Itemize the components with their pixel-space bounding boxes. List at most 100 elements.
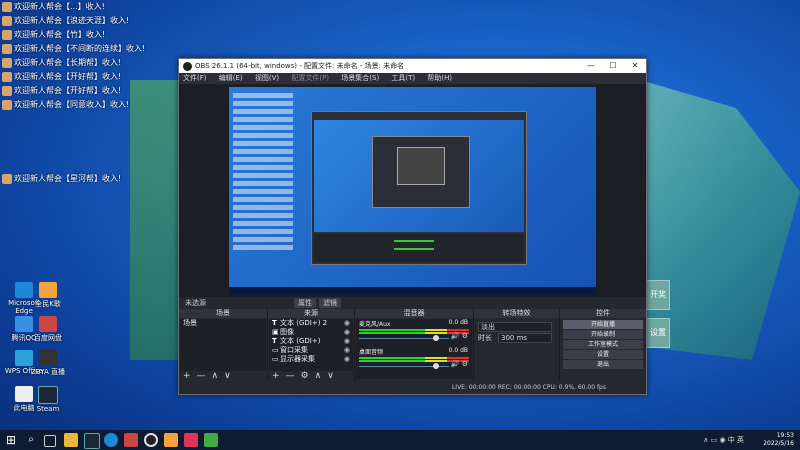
- gear-icon[interactable]: ⚙: [301, 371, 309, 381]
- remove-source-button[interactable]: —: [286, 371, 295, 381]
- close-button[interactable]: ✕: [624, 59, 646, 73]
- add-scene-button[interactable]: +: [183, 371, 191, 381]
- menu-profile[interactable]: 配置文件(P): [291, 74, 329, 82]
- menu-scene-collection[interactable]: 场景集合(S): [341, 74, 379, 82]
- text-icon: T: [272, 337, 277, 345]
- app2-taskbar-icon[interactable]: [164, 433, 178, 447]
- text-icon: T: [272, 319, 277, 327]
- app3-taskbar-icon[interactable]: [184, 433, 198, 447]
- sources-dock: 来源 T 文本 (GDI+) 2 ◉ ▣图像 ◉ T 文本 (GDI+) ◉ ▭窗口采集 ◉…: [268, 309, 355, 381]
- desktop: 欢迎新人帮会【...】收入! 欢迎新人帮会【浪迹天涯】收入! 欢迎新人帮会【竹】…: [0, 0, 800, 450]
- start-streaming-button[interactable]: 开始直播: [563, 320, 643, 329]
- sources-header: 来源: [268, 309, 354, 318]
- chat-line: 欢迎新人帮会【开好帮】收入!: [0, 70, 150, 84]
- move-down-button[interactable]: ∨: [224, 371, 231, 381]
- edge-taskbar-icon[interactable]: [104, 433, 118, 447]
- source-item[interactable]: ▭显示器采集 ◉: [269, 355, 353, 364]
- menu-view[interactable]: 视图(V): [255, 74, 279, 82]
- preview-area[interactable]: [179, 85, 646, 297]
- mixer-channel: 桌面音频 0.0 dB 🔊 ⚙: [356, 347, 472, 371]
- chat-line: 欢迎新人帮会【竹】收入!: [0, 28, 150, 42]
- app4-taskbar-icon[interactable]: [204, 433, 218, 447]
- no-source-label: 未选源: [185, 299, 206, 307]
- duration-input[interactable]: 300 ms: [498, 333, 552, 343]
- scenes-list: 场景: [180, 319, 266, 371]
- menu-bar: 文件(F) 编辑(E) 视图(V) 配置文件(P) 场景集合(S) 工具(T) …: [179, 73, 646, 85]
- obs-taskbar-icon[interactable]: [144, 433, 158, 447]
- mixer-channel: 麦克风/Aux 0.0 dB 🔊 ⚙: [356, 319, 472, 343]
- steam-icon: [38, 386, 58, 404]
- preview-taskbar: [229, 287, 596, 295]
- eye-icon[interactable]: ◉: [344, 319, 350, 328]
- app-taskbar-icon[interactable]: [124, 433, 138, 447]
- monitor-icon: ▭: [272, 355, 279, 363]
- nested-obs-window: [311, 111, 527, 265]
- chat-line: 欢迎新人帮会【同意收入】收入!: [0, 98, 150, 112]
- add-source-button[interactable]: +: [272, 371, 280, 381]
- exit-button[interactable]: 退出: [563, 360, 643, 369]
- file-explorer-icon[interactable]: [64, 433, 78, 447]
- taskbar: ⊞ ⌕ ∧ ▭ ◉ 中 英 19:53 2022/5/16: [0, 430, 800, 450]
- nested-docks: [314, 234, 524, 262]
- move-up-button[interactable]: ∧: [315, 371, 322, 381]
- clock-time: 19:53: [776, 432, 794, 439]
- chat-line: 欢迎新人帮会【浪迹天涯】收入!: [0, 14, 150, 28]
- menu-help[interactable]: 帮助(H): [427, 74, 452, 82]
- source-item[interactable]: T 文本 (GDI+) 2 ◉: [269, 319, 353, 328]
- transition-select[interactable]: 淡出: [474, 322, 559, 333]
- studio-mode-button[interactable]: 工作室模式: [563, 340, 643, 349]
- source-item[interactable]: ▣图像 ◉: [269, 328, 353, 337]
- eye-icon[interactable]: ◉: [344, 337, 350, 346]
- channel-db: 0.0 dB: [448, 347, 468, 354]
- desktop-icon-steam[interactable]: Steam: [26, 386, 70, 413]
- scenes-header: 场景: [179, 309, 267, 318]
- source-item[interactable]: T 文本 (GDI+) ◉: [269, 337, 353, 346]
- menu-edit[interactable]: 编辑(E): [219, 74, 243, 82]
- desktop-icon-stream[interactable]: ZBYA 直播: [26, 350, 70, 377]
- controls-dock: 控件 开始直播 开始录制 工作室模式 设置 退出: [560, 309, 646, 381]
- nested-preview-3: [397, 147, 445, 185]
- speaker-icon[interactable]: 🔊 ⚙: [451, 360, 468, 368]
- sources-toolbar: + — ⚙ ∧ ∨: [268, 371, 354, 381]
- search-icon[interactable]: ⌕: [24, 433, 38, 447]
- docks: 场景 场景 + — ∧ ∨ 来源 T 文本 (GDI+) 2 ◉ ▣图像 ◉ T 文本 (GD…: [179, 309, 646, 381]
- minimize-button[interactable]: —: [580, 59, 602, 73]
- menu-file[interactable]: 文件(F): [183, 74, 207, 82]
- scene-item[interactable]: 场景: [180, 319, 266, 328]
- transitions-header: 转场特效: [474, 309, 559, 318]
- side-button-settings[interactable]: 设置: [646, 318, 670, 348]
- status-bar: LIVE: 00:00:00 REC: 00:00:00 CPU: 0.9%, …: [179, 381, 646, 394]
- scenes-toolbar: + — ∧ ∨: [179, 371, 267, 381]
- menu-tools[interactable]: 工具(T): [391, 74, 415, 82]
- eye-icon[interactable]: ◉: [344, 346, 350, 355]
- settings-button[interactable]: 设置: [563, 350, 643, 359]
- eye-icon[interactable]: ◉: [344, 355, 350, 364]
- start-recording-button[interactable]: 开始录制: [563, 330, 643, 339]
- filters-button[interactable]: 滤镜: [319, 298, 341, 308]
- source-item[interactable]: ▭窗口采集 ◉: [269, 346, 353, 355]
- desktop-icon-app[interactable]: 全民K歌: [26, 282, 70, 309]
- sources-list: T 文本 (GDI+) 2 ◉ ▣图像 ◉ T 文本 (GDI+) ◉ ▭窗口采集 ◉ ▭显…: [269, 319, 353, 371]
- clock[interactable]: 19:53 2022/5/16: [763, 432, 794, 448]
- context-bar: 未选源 属性 滤镜: [179, 297, 646, 309]
- windows-start-icon[interactable]: ⊞: [4, 433, 18, 447]
- properties-button[interactable]: 属性: [294, 298, 316, 308]
- mixer-header: 混音器: [355, 309, 473, 318]
- preview-canvas: [229, 87, 596, 295]
- side-button-draw[interactable]: 开奖: [646, 280, 670, 310]
- move-down-button[interactable]: ∨: [327, 371, 334, 381]
- obs-logo-icon: [183, 61, 192, 71]
- speaker-icon[interactable]: 🔊 ⚙: [451, 332, 468, 340]
- steam-taskbar-icon[interactable]: [84, 433, 100, 449]
- stream-app-icon: [39, 350, 57, 366]
- task-view-icon[interactable]: [44, 435, 56, 447]
- eye-icon[interactable]: ◉: [344, 328, 350, 337]
- move-up-button[interactable]: ∧: [212, 371, 219, 381]
- chat-line: 欢迎新人帮会【不间断的连续】收入!: [0, 42, 150, 56]
- maximize-button[interactable]: ☐: [602, 59, 624, 73]
- desktop-icon-netdisk[interactable]: 百度网盘: [26, 316, 70, 343]
- remove-scene-button[interactable]: —: [197, 371, 206, 381]
- obs-window: OBS 26.1.1 (64-bit, windows) - 配置文件: 未命名…: [178, 58, 647, 395]
- system-tray[interactable]: ∧ ▭ ◉ 中 英: [703, 435, 744, 445]
- app-icon: [39, 282, 57, 298]
